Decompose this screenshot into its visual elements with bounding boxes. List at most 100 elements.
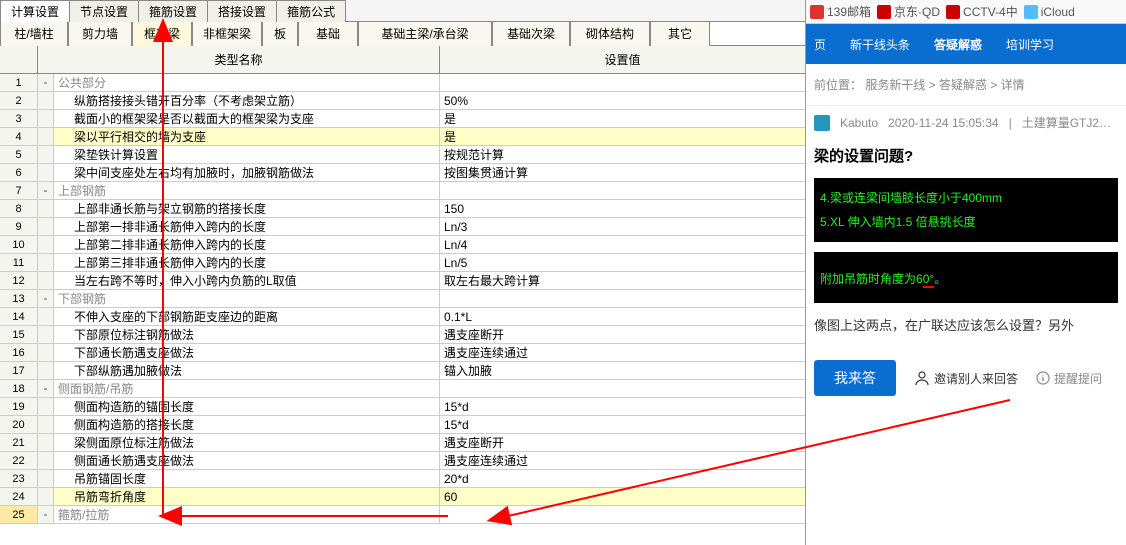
sub-tab-2[interactable]: 框架梁 [132,22,192,46]
sub-tab-1[interactable]: 剪力墙 [68,22,132,46]
cell-value[interactable]: 锚入加腋 [440,362,805,379]
cell-name: 侧面钢筋/吊筋 [54,380,440,397]
cell-value[interactable]: 遇支座连续通过 [440,344,805,361]
browser-tabs: 139邮箱京东·QD CCTV-4中 iCloud [806,0,1126,24]
table-row[interactable]: 9上部第一排非通长筋伸入跨内的长度Ln/3 [0,218,805,236]
toggle-icon [38,92,54,109]
invite-link[interactable]: 邀请别人来回答 [914,370,1018,387]
table-row[interactable]: 8上部非通长筋与架立钢筋的搭接长度150 [0,200,805,218]
sub-tabs: 柱/墙柱剪力墙框架梁非框架梁板基础基础主梁/承台梁基础次梁砌体结构其它 [0,22,805,46]
toggle-icon[interactable]: - [38,290,54,307]
cell-value[interactable]: 取左右最大跨计算 [440,272,805,289]
table-row[interactable]: 13-下部钢筋 [0,290,805,308]
post-author[interactable]: Kabuto [840,116,878,130]
table-row[interactable]: 20侧面构造筋的搭接长度15*d [0,416,805,434]
cell-value[interactable]: 遇支座断开 [440,434,805,451]
row-number: 4 [0,128,38,145]
toggle-icon[interactable]: - [38,74,54,91]
top-tab-1[interactable]: 节点设置 [69,0,139,22]
cell-value[interactable]: 15*d [440,398,805,415]
cell-value[interactable]: 遇支座断开 [440,326,805,343]
cell-value[interactable]: Ln/4 [440,236,805,253]
table-row[interactable]: 1-公共部分 [0,74,805,92]
table-row[interactable]: 23吊筋锚固长度20*d [0,470,805,488]
table-row[interactable]: 14不伸入支座的下部钢筋距支座边的距离0.1*L [0,308,805,326]
row-number: 5 [0,146,38,163]
cell-value[interactable] [440,380,805,397]
table-row[interactable]: 12当左右跨不等时，伸入小跨内负筋的L取值取左右最大跨计算 [0,272,805,290]
cell-value[interactable] [440,290,805,307]
table-row[interactable]: 16下部通长筋遇支座做法遇支座连续通过 [0,344,805,362]
table-row[interactable]: 7-上部钢筋 [0,182,805,200]
top-tab-3[interactable]: 搭接设置 [207,0,277,22]
cell-name: 下部钢筋 [54,290,440,307]
cell-value[interactable]: Ln/3 [440,218,805,235]
table-row[interactable]: 17下部纵筋遇加腋做法锚入加腋 [0,362,805,380]
table-row[interactable]: 22侧面通长筋遇支座做法遇支座连续通过 [0,452,805,470]
nav-item-1[interactable]: 新干线头条 [850,36,910,53]
table-row[interactable]: 25-箍筋/拉筋 [0,506,805,524]
table-row[interactable]: 19侧面构造筋的锚固长度15*d [0,398,805,416]
cell-value[interactable]: Ln/5 [440,254,805,271]
toggle-icon [38,398,54,415]
row-number: 2 [0,92,38,109]
browser-tab-0[interactable]: 139邮箱 [810,3,871,20]
toggle-icon[interactable]: - [38,506,54,523]
remind-link[interactable]: 提醒提问 [1036,370,1102,387]
table-row[interactable]: 6梁中间支座处左右均有加腋时，加腋钢筋做法按图集贯通计算 [0,164,805,182]
post-category[interactable]: 土建算量GTJ2… [1022,114,1111,131]
cell-value[interactable] [440,182,805,199]
nav-item-3[interactable]: 培训学习 [1006,36,1054,53]
sub-tab-5[interactable]: 基础 [298,22,358,46]
favicon [810,5,824,19]
row-number: 8 [0,200,38,217]
browser-tab-3[interactable]: iCloud [1024,5,1075,19]
cell-name: 当左右跨不等时，伸入小跨内负筋的L取值 [54,272,440,289]
toggle-icon[interactable]: - [38,182,54,199]
sub-tab-0[interactable]: 柱/墙柱 [0,22,68,46]
table-row[interactable]: 2纵筋搭接接头错开百分率（不考虑架立筋）50% [0,92,805,110]
cell-value[interactable]: 0.1*L [440,308,805,325]
row-number: 21 [0,434,38,451]
cell-value[interactable]: 按规范计算 [440,146,805,163]
nav-item-2[interactable]: 答疑解惑 [934,36,982,53]
cell-value[interactable]: 15*d [440,416,805,433]
sub-tab-3[interactable]: 非框架梁 [192,22,262,46]
table-row[interactable]: 5梁垫铁计算设置按规范计算 [0,146,805,164]
table-row[interactable]: 21梁侧面原位标注筋做法遇支座断开 [0,434,805,452]
cell-value[interactable]: 20*d [440,470,805,487]
row-number: 3 [0,110,38,127]
cell-value[interactable] [440,506,805,523]
cell-value[interactable] [440,74,805,91]
table-row[interactable]: 3截面小的框架梁是否以截面大的框架梁为支座是 [0,110,805,128]
toggle-icon [38,326,54,343]
nav-item-0[interactable]: 页 [814,36,826,53]
browser-tab-2[interactable]: CCTV-4中 [946,3,1018,20]
sub-tab-4[interactable]: 板 [262,22,298,46]
top-tab-2[interactable]: 箍筋设置 [138,0,208,22]
sub-tab-9[interactable]: 其它 [650,22,710,46]
cell-value[interactable]: 60 [440,488,805,505]
cell-value[interactable]: 150 [440,200,805,217]
sub-tab-6[interactable]: 基础主梁/承台梁 [358,22,492,46]
top-tab-0[interactable]: 计算设置 [0,0,70,22]
table-row[interactable]: 15下部原位标注钢筋做法遇支座断开 [0,326,805,344]
cell-value[interactable]: 是 [440,110,805,127]
table-row[interactable]: 11上部第三排非通长筋伸入跨内的长度Ln/5 [0,254,805,272]
row-number: 7 [0,182,38,199]
cell-name: 上部第一排非通长筋伸入跨内的长度 [54,218,440,235]
table-row[interactable]: 10上部第二排非通长筋伸入跨内的长度Ln/4 [0,236,805,254]
sub-tab-7[interactable]: 基础次梁 [492,22,570,46]
table-row[interactable]: 4梁以平行相交的墙为支座是 [0,128,805,146]
table-row[interactable]: 18-侧面钢筋/吊筋 [0,380,805,398]
cell-value[interactable]: 是 [440,128,805,145]
sub-tab-8[interactable]: 砌体结构 [570,22,650,46]
browser-tab-1[interactable]: 京东·QD [877,3,940,20]
cell-value[interactable]: 50% [440,92,805,109]
cell-value[interactable]: 按图集贯通计算 [440,164,805,181]
top-tab-4[interactable]: 箍筋公式 [276,0,346,22]
table-row[interactable]: 24吊筋弯折角度60 [0,488,805,506]
cell-value[interactable]: 遇支座连续通过 [440,452,805,469]
toggle-icon[interactable]: - [38,380,54,397]
answer-button[interactable]: 我来答 [814,360,896,396]
